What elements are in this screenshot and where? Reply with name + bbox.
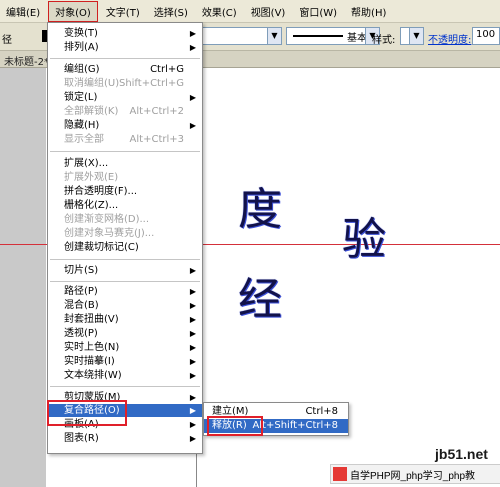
submenu-arrow-icon: ▶ [189, 329, 196, 338]
submenu-arrow-icon: ▶ [189, 434, 196, 443]
php-logo-icon [333, 467, 347, 481]
submenu-arrow-icon: ▶ [189, 357, 196, 366]
menu-item-slice[interactable]: 切片(S) ▶ [48, 264, 202, 277]
menu-separator [50, 259, 200, 260]
menu-item-show-all: 显示全部 Alt+Ctrl+3 [64, 134, 184, 145]
stroke-weight-dropdown[interactable]: ▼ [200, 27, 282, 45]
menu-item-transform[interactable]: 变换(T) ▶ [48, 27, 202, 40]
pasteboard-area [0, 68, 46, 487]
style-label: 样式: [372, 35, 396, 46]
glyph-jing[interactable]: 经 [238, 278, 282, 322]
menu-item-object-mosaic: 创建对象马赛克(J)... [64, 228, 155, 239]
annotation-box-compound-path [47, 400, 127, 426]
chevron-down-icon[interactable]: ▼ [409, 28, 423, 44]
menu-type[interactable]: 文字(T) [100, 2, 146, 21]
menu-item-flatten-transparency[interactable]: 拼合透明度(F)... [48, 185, 202, 198]
submenu-arrow-icon: ▶ [189, 266, 196, 275]
submenu-arrow-icon: ▶ [189, 393, 196, 402]
menu-item-live-paint[interactable]: 实时上色(N) ▶ [48, 341, 202, 354]
object-menu: 变换(T) ▶ 排列(A) ▶ 编组(G) Ctrl+G 取消编组(U) Shift+C… [47, 22, 203, 454]
menu-item-arrange[interactable]: 排列(A) ▶ [48, 41, 202, 54]
stroke-style-dropdown[interactable]: 基本 ▼ [286, 27, 380, 45]
path-label: 径 [2, 35, 12, 46]
menu-separator [50, 281, 200, 282]
menu-item-expand[interactable]: 扩展(X)... [48, 157, 202, 170]
annotation-box-release [207, 416, 263, 436]
menu-bar: 编辑(E) 对象(O) 文字(T) 选择(S) 效果(C) 视图(V) 窗口(W… [0, 0, 500, 23]
submenu-arrow-icon: ▶ [189, 93, 196, 102]
menu-item-hide[interactable]: 隐藏(H) ▶ [48, 119, 202, 132]
submenu-arrow-icon: ▶ [189, 420, 196, 429]
menu-separator [50, 151, 200, 152]
menu-select[interactable]: 选择(S) [148, 2, 194, 21]
submenu-arrow-icon: ▶ [189, 315, 196, 324]
menu-item-ungroup: 取消编组(U) Shift+Ctrl+G [64, 78, 184, 89]
menu-item-text-wrap[interactable]: 文本绕排(W) ▶ [48, 369, 202, 382]
menu-item-live-trace[interactable]: 实时描摹(I) ▶ [48, 355, 202, 368]
watermark-site: jb51.net [435, 446, 488, 462]
menu-item-perspective[interactable]: 透视(P) ▶ [48, 327, 202, 340]
stroke-preview [293, 35, 343, 37]
watermark-caption: 自学PHP网_php学习_php教 [350, 470, 476, 482]
menu-window[interactable]: 窗口(W) [293, 2, 343, 21]
menu-item-envelope-distort[interactable]: 封套扭曲(V) ▶ [48, 313, 202, 326]
menu-effect[interactable]: 效果(C) [196, 2, 243, 21]
stroke-style-label: 基本 [347, 33, 367, 44]
menu-item-unlock-all: 全部解锁(K) Alt+Ctrl+2 [64, 106, 184, 117]
submenu-arrow-icon: ▶ [189, 301, 196, 310]
submenu-arrow-icon: ▶ [189, 287, 196, 296]
menu-help[interactable]: 帮助(H) [345, 2, 392, 21]
submenu-arrow-icon: ▶ [189, 121, 196, 130]
watermark-banner: 自学PHP网_php学习_php教 [330, 464, 500, 484]
menu-object[interactable]: 对象(O) [48, 0, 98, 22]
menu-view[interactable]: 视图(V) [245, 2, 292, 21]
menu-item-group[interactable]: 编组(G) Ctrl+G [48, 63, 202, 76]
submenu-arrow-icon: ▶ [189, 29, 196, 38]
opacity-link[interactable]: 不透明度: [428, 31, 471, 46]
style-dropdown[interactable]: ▼ [400, 27, 424, 45]
glyph-du[interactable]: 度 [238, 188, 282, 232]
opacity-value[interactable]: 100 [476, 29, 495, 40]
menu-item-crop-marks[interactable]: 创建裁切标记(C) [48, 241, 202, 254]
chevron-down-icon[interactable]: ▼ [267, 28, 281, 44]
menu-item-blend[interactable]: 混合(B) ▶ [48, 299, 202, 312]
submenu-arrow-icon: ▶ [189, 406, 196, 415]
menu-separator [50, 58, 200, 59]
submenu-arrow-icon: ▶ [189, 343, 196, 352]
menu-item-rasterize[interactable]: 栅格化(Z)... [48, 199, 202, 212]
menu-item-expand-appearance: 扩展外观(E) [64, 172, 119, 183]
document-tab[interactable]: 未标题-2* [4, 53, 49, 68]
menu-item-lock[interactable]: 锁定(L) ▶ [48, 91, 202, 104]
menu-item-path[interactable]: 路径(P) ▶ [48, 285, 202, 298]
menu-separator [50, 386, 200, 387]
menu-edit[interactable]: 编辑(E) [0, 2, 46, 21]
opacity-input[interactable]: 100 [472, 27, 500, 45]
menu-item-graph[interactable]: 图表(R) ▶ [48, 432, 202, 445]
submenu-arrow-icon: ▶ [189, 371, 196, 380]
menu-item-gradient-mesh: 创建渐变网格(D)... [64, 214, 150, 225]
submenu-arrow-icon: ▶ [189, 43, 196, 52]
glyph-yan[interactable]: 验 [342, 218, 386, 262]
